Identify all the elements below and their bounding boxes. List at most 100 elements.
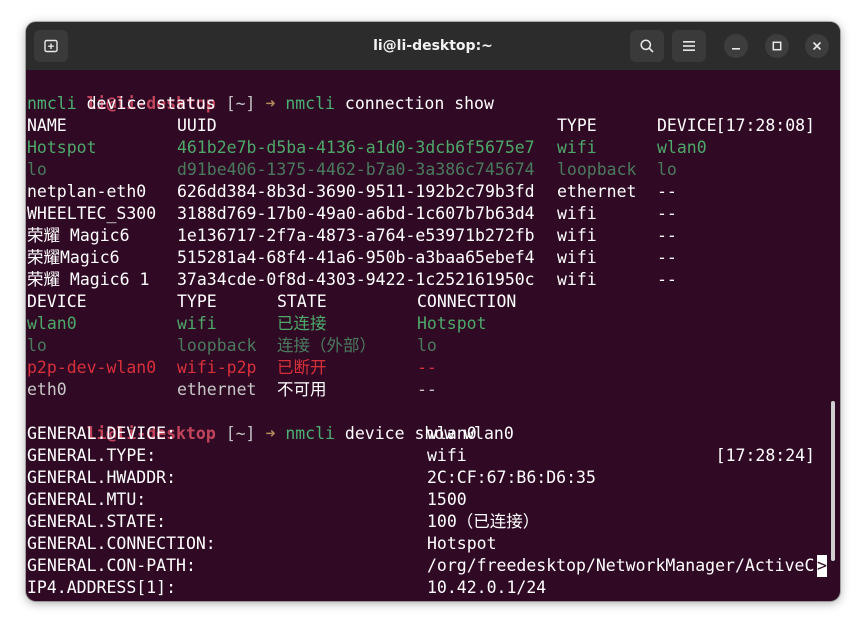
cell-connection: Hotspot	[417, 314, 487, 333]
cell-device: wlan0	[657, 138, 707, 157]
prompt-dir: [~]	[225, 94, 256, 113]
table-row: 荣耀Magic6 515281a4-68f4-41a6-950b-a3baa65e…	[27, 247, 839, 269]
maximize-icon	[772, 41, 782, 51]
typed-command: nmcli	[27, 94, 77, 113]
table-row: 荣耀 Magic6 1 37a34cde-0f8d-4303-9422-1c252…	[27, 269, 839, 291]
window-title: li@li-desktop:~	[373, 38, 493, 54]
cell-uuid: 3188d769-17b0-49a0-a6bd-1c607b7b63d4	[177, 204, 535, 223]
maximize-button[interactable]	[765, 34, 789, 58]
table-row: p2p-dev-wlan0 wifi-p2p 已断开 --	[27, 357, 839, 379]
cell-device: --	[657, 182, 677, 201]
menu-button[interactable]	[672, 30, 706, 62]
column-header: DEVICE	[27, 292, 87, 311]
cell-type: loopback	[557, 160, 637, 179]
property-value: /org/freedesktop/NetworkManager/ActiveC	[427, 556, 815, 575]
property-row: GENERAL.HWADDR: 2C:CF:67:B6:D6:35	[27, 467, 839, 489]
hamburger-menu-icon	[683, 41, 695, 51]
cell-device: wlan0	[27, 314, 77, 333]
cell-type: ethernet	[557, 182, 637, 201]
property-row: GENERAL.TYPE: wifi	[27, 445, 839, 467]
cell-uuid: 461b2e7b-d5ba-4136-a1d0-3dcb6f5675e7	[177, 138, 535, 157]
close-button[interactable]	[805, 34, 829, 58]
column-header: NAME	[27, 116, 67, 135]
cell-name: 荣耀 Magic6	[27, 226, 130, 245]
column-header: TYPE	[177, 292, 217, 311]
cell-device: lo	[657, 160, 677, 179]
property-key: GENERAL.TYPE:	[27, 446, 157, 465]
prompt-line: li@li-desktop [~] ➜ nmcli device show wl…	[27, 401, 839, 465]
cell-device: --	[657, 226, 677, 245]
property-key: IP4.ADDRESS[1]:	[27, 578, 177, 597]
column-header: TYPE	[557, 116, 597, 135]
table-row: lo loopback 连接（外部） lo	[27, 335, 839, 357]
cell-device: --	[657, 204, 677, 223]
column-header: UUID	[177, 116, 217, 135]
property-row: GENERAL.CONNECTION: Hotspot	[27, 533, 839, 555]
typed-line: nmcli device status	[27, 93, 216, 115]
property-value: 100（已连接）	[427, 512, 540, 531]
cell-state: 连接（外部）	[277, 336, 376, 355]
minimize-button[interactable]	[724, 34, 748, 58]
property-key: GENERAL.STATE:	[27, 512, 167, 531]
cell-state: 已断开	[277, 358, 327, 377]
close-icon	[812, 41, 822, 51]
cell-device: --	[657, 270, 677, 289]
cell-device: p2p-dev-wlan0	[27, 358, 157, 377]
cell-device: eth0	[27, 380, 67, 399]
property-key: GENERAL.DEVICE:	[27, 424, 177, 443]
table-row: eth0 ethernet 不可用 --	[27, 379, 839, 401]
cell-name: WHEELTEC_S300	[27, 204, 157, 223]
cell-state: 不可用	[277, 380, 327, 399]
property-key: GENERAL.CONNECTION:	[27, 534, 216, 553]
cell-type: ethernet	[177, 380, 257, 399]
titlebar: li@li-desktop:~	[26, 22, 840, 70]
scrollbar[interactable]	[831, 401, 835, 561]
search-button[interactable]	[630, 30, 664, 62]
cell-name: lo	[27, 160, 47, 179]
cell-connection: --	[417, 380, 437, 399]
cell-type: wifi	[557, 270, 597, 289]
property-key: GENERAL.MTU:	[27, 490, 147, 509]
column-header: DEVICE	[657, 116, 717, 135]
property-row: IP4.ADDRESS[1]: 10.42.0.1/24	[27, 577, 839, 599]
table-row: WHEELTEC_S300 3188d769-17b0-49a0-a6bd-1c6…	[27, 203, 839, 225]
table-row: 荣耀 Magic6 1e136717-2f7a-4873-a764-e53971b…	[27, 225, 839, 247]
property-row: GENERAL.STATE: 100（已连接）	[27, 511, 839, 533]
cell-type: wifi	[557, 204, 597, 223]
cell-type: loopback	[177, 336, 257, 355]
command-args: connection show	[334, 94, 494, 113]
cell-uuid: 1e136717-2f7a-4873-a764-e53971b272fb	[177, 226, 535, 245]
command-name: nmcli	[285, 94, 335, 113]
new-tab-icon	[44, 39, 58, 53]
property-row: GENERAL.DEVICE: wlan0	[27, 423, 839, 445]
property-value: wifi	[427, 446, 467, 465]
table-header: NAME UUID TYPE DEVICE	[27, 115, 839, 137]
table-row: Hotspot 461b2e7b-d5ba-4136-a1d0-3dcb6f567…	[27, 137, 839, 159]
terminal-window: li@li-desktop:~ li@li-desktop [~] ➜ nmcl…	[26, 22, 840, 601]
cell-name: 荣耀Magic6	[27, 248, 120, 267]
cell-type: wifi	[557, 138, 597, 157]
cell-state: 已连接	[277, 314, 327, 333]
terminal-cursor: >	[817, 555, 827, 577]
cell-uuid: d91be406-1375-4462-b7a0-3a386c745674	[177, 160, 535, 179]
cell-connection: --	[417, 358, 437, 377]
column-header: STATE	[277, 292, 327, 311]
search-icon	[640, 39, 654, 53]
property-row: GENERAL.MTU: 1500	[27, 489, 839, 511]
property-value: 1500	[427, 490, 467, 509]
cell-name: Hotspot	[27, 138, 97, 157]
property-row: GENERAL.CON-PATH: /org/freedesktop/Networ…	[27, 555, 839, 577]
terminal-output[interactable]: li@li-desktop [~] ➜ nmcli connection sho…	[26, 70, 840, 601]
cell-uuid: 626dd384-8b3d-3690-9511-192b2c79b3fd	[177, 182, 535, 201]
prompt-arrow: ➜	[265, 94, 276, 113]
minimize-icon	[732, 48, 740, 50]
property-key: GENERAL.CON-PATH:	[27, 556, 196, 575]
cell-type: wifi	[177, 314, 217, 333]
property-value: 2C:CF:67:B6:D6:35	[427, 468, 596, 487]
cell-connection: lo	[417, 336, 437, 355]
property-key: GENERAL.HWADDR:	[27, 468, 177, 487]
property-value: Hotspot	[427, 534, 497, 553]
cell-uuid: 515281a4-68f4-41a6-950b-a3baa65ebef4	[177, 248, 535, 267]
typed-args: device status	[76, 94, 216, 113]
new-tab-button[interactable]	[34, 30, 68, 62]
